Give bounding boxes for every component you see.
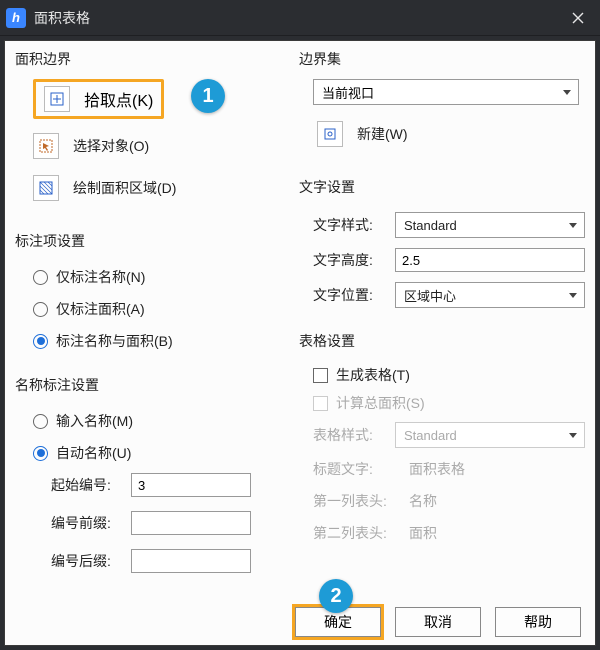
text-height-input[interactable] — [395, 248, 585, 272]
callout-2: 2 — [319, 579, 353, 613]
new-boundary-label: 新建(W) — [357, 124, 408, 144]
field-prefix: 编号前缀: — [15, 507, 281, 539]
window-title: 面积表格 — [34, 8, 90, 28]
text-style-value: Standard — [404, 218, 457, 233]
dialog-footer: 确定 取消 帮助 — [15, 601, 585, 639]
titlebar-left: h 面积表格 — [6, 8, 90, 28]
start-number-input[interactable] — [131, 473, 251, 497]
row-text-style: 文字样式: Standard — [299, 207, 585, 243]
text-position-label: 文字位置: — [313, 285, 385, 305]
group-title-boundary: 面积边界 — [15, 49, 281, 69]
suffix-input[interactable] — [131, 549, 251, 573]
titlebar: h 面积表格 — [0, 0, 600, 36]
suffix-label: 编号后缀: — [51, 551, 123, 571]
checkbox-generate-table[interactable]: 生成表格(T) — [299, 361, 585, 389]
generate-table-label: 生成表格(T) — [336, 365, 410, 385]
new-boundary-row[interactable]: 新建(W) — [299, 117, 585, 151]
boundary-set-select[interactable]: 当前视口 — [313, 79, 579, 105]
left-column: 面积边界 拾取点(K) 选择对象(O) — [15, 49, 281, 601]
close-icon — [572, 12, 584, 24]
text-style-label: 文字样式: — [313, 215, 385, 235]
callout-1: 1 — [191, 79, 225, 113]
group-area-boundary: 面积边界 拾取点(K) 选择对象(O) — [15, 49, 281, 213]
text-height-label: 文字高度: — [313, 250, 385, 270]
draw-area-row[interactable]: 绘制面积区域(D) — [15, 171, 281, 205]
group-title-table-settings: 表格设置 — [299, 331, 585, 351]
prefix-input[interactable] — [131, 511, 251, 535]
col1-header-label: 第一列表头: — [313, 491, 399, 511]
radio-icon — [33, 414, 48, 429]
row-table-style: 表格样式: Standard — [299, 417, 585, 453]
radio-icon — [33, 446, 48, 461]
draw-area-icon — [33, 175, 59, 201]
field-suffix: 编号后缀: — [15, 545, 281, 577]
row-text-height: 文字高度: — [299, 243, 585, 277]
select-object-icon — [33, 133, 59, 159]
radio-input-name-label: 输入名称(M) — [56, 411, 133, 431]
pick-point-icon[interactable] — [44, 86, 70, 112]
columns: 面积边界 拾取点(K) 选择对象(O) — [15, 49, 585, 601]
radio-only-name[interactable]: 仅标注名称(N) — [15, 261, 281, 293]
table-style-label: 表格样式: — [313, 425, 385, 445]
group-table-settings: 表格设置 生成表格(T) 计算总面积(S) 表格样式: Standard — [299, 331, 585, 549]
row-col1-header: 第一列表头: 名称 — [299, 485, 585, 517]
boundary-set-value: 当前视口 — [322, 83, 374, 102]
col2-header-label: 第二列表头: — [313, 523, 399, 543]
dialog-window: h 面积表格 面积边界 拾取点(K) — [0, 0, 600, 650]
row-col2-header: 第二列表头: 面积 — [299, 517, 585, 549]
pick-point-label[interactable]: 拾取点(K) — [84, 87, 153, 111]
title-text-value: 面积表格 — [409, 459, 465, 479]
group-name-label: 名称标注设置 输入名称(M) 自动名称(U) 起始编号: 编号前缀: — [15, 375, 281, 583]
title-text-label: 标题文字: — [313, 459, 399, 479]
group-title-name-label: 名称标注设置 — [15, 375, 281, 395]
radio-icon — [33, 334, 48, 349]
group-title-text-settings: 文字设置 — [299, 177, 585, 197]
radio-only-area-label: 仅标注面积(A) — [56, 299, 145, 319]
text-position-select[interactable]: 区域中心 — [395, 282, 585, 308]
radio-input-name[interactable]: 输入名称(M) — [15, 405, 281, 437]
text-position-value: 区域中心 — [404, 286, 456, 305]
prefix-label: 编号前缀: — [51, 513, 123, 533]
col2-header-value: 面积 — [409, 523, 437, 543]
checkbox-calc-total: 计算总面积(S) — [299, 389, 585, 417]
radio-icon — [33, 270, 48, 285]
radio-auto-name-label: 自动名称(U) — [56, 443, 131, 463]
text-style-select[interactable]: Standard — [395, 212, 585, 238]
table-style-select: Standard — [395, 422, 585, 448]
radio-only-area[interactable]: 仅标注面积(A) — [15, 293, 281, 325]
group-boundary-set: 边界集 当前视口 新建(W) — [299, 49, 585, 159]
group-title-label-items: 标注项设置 — [15, 231, 281, 251]
radio-name-and-area[interactable]: 标注名称与面积(B) — [15, 325, 281, 357]
draw-area-label: 绘制面积区域(D) — [73, 178, 176, 198]
right-column: 边界集 当前视口 新建(W) 文字设置 — [299, 49, 585, 601]
app-icon: h — [6, 8, 26, 28]
field-start-number: 起始编号: — [15, 469, 281, 501]
cancel-button[interactable]: 取消 — [395, 607, 481, 637]
group-label-items: 标注项设置 仅标注名称(N) 仅标注面积(A) 标注名称与面积(B) — [15, 231, 281, 357]
start-number-label: 起始编号: — [51, 475, 123, 495]
pick-point-highlight: 拾取点(K) — [33, 79, 164, 119]
help-button[interactable]: 帮助 — [495, 607, 581, 637]
checkbox-icon — [313, 396, 328, 411]
row-text-position: 文字位置: 区域中心 — [299, 277, 585, 313]
row-title-text: 标题文字: 面积表格 — [299, 453, 585, 485]
calc-total-label: 计算总面积(S) — [336, 393, 425, 413]
close-button[interactable] — [556, 0, 600, 36]
radio-name-and-area-label: 标注名称与面积(B) — [56, 331, 173, 351]
checkbox-icon — [313, 368, 328, 383]
col1-header-value: 名称 — [409, 491, 437, 511]
dialog-body: 面积边界 拾取点(K) 选择对象(O) — [4, 40, 596, 646]
radio-icon — [33, 302, 48, 317]
group-title-boundary-set: 边界集 — [299, 49, 585, 69]
select-object-row[interactable]: 选择对象(O) — [15, 129, 281, 163]
group-text-settings: 文字设置 文字样式: Standard 文字高度: 文字位置: — [299, 177, 585, 313]
radio-only-name-label: 仅标注名称(N) — [56, 267, 145, 287]
select-object-label: 选择对象(O) — [73, 136, 149, 156]
table-style-value: Standard — [404, 428, 457, 443]
new-boundary-icon — [317, 121, 343, 147]
radio-auto-name[interactable]: 自动名称(U) — [15, 437, 281, 469]
